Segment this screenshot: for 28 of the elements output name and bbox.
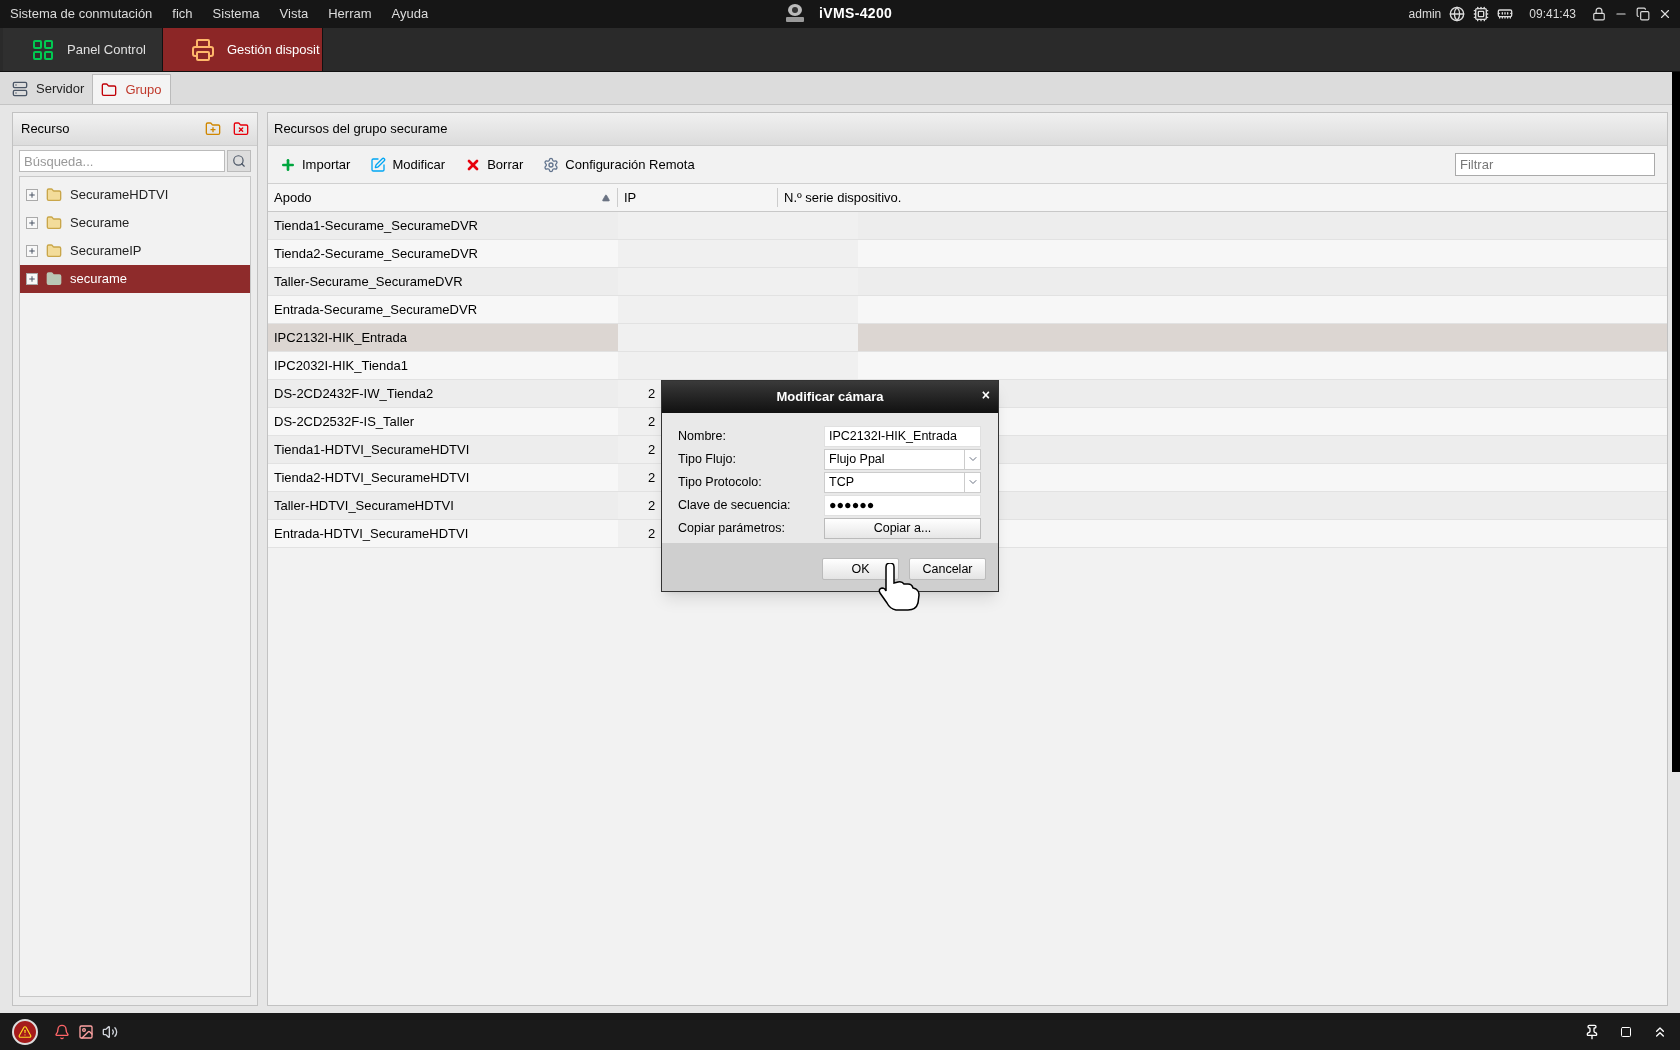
table-cell-text: 2 [648,524,656,543]
dialog-title: Modificar cámara [776,388,884,407]
user-name: admin [1408,6,1442,23]
table-cell-text: 2 [648,440,656,459]
table-cell-text: Tienda2-HDTVI_SecurameHDTVI [273,468,471,487]
field-label: Nombre: [678,427,727,445]
clock: 09:41:43 [1529,6,1576,23]
table-cell-text: Tienda1-Securame_SecurameDVR [273,216,479,235]
table-cell-text: Tienda1-HDTVI_SecurameHDTVI [273,440,471,459]
table-cell-text: Taller-Securame_SecurameDVR [273,272,464,291]
field-label: Tipo Protocolo: [678,473,763,491]
table-cell-text: IPC2132I-HIK_Entrada [273,328,408,347]
table-cell-text: DS-2CD2532F-IS_Taller [273,412,416,431]
table-cell-text: Tienda2-Securame_SecurameDVR [273,244,479,263]
table-cell-text: DS-2CD2432F-IW_Tienda2 [273,384,435,403]
field-label: Clave de secuencia: [678,496,792,514]
table-cell-text: 2 [648,384,656,403]
table-cell-text: 2 [648,412,656,431]
table-cell-text: Entrada-Securame_SecurameDVR [273,300,479,319]
table-cell-text: 2 [648,468,656,487]
app-title: iVMS-4200 [819,3,893,23]
panel-title: Recursos del grupo securame [274,120,448,139]
table-cell-text: IPC2032I-HIK_Tienda1 [273,356,409,375]
field-label: Copiar parámetros: [678,519,786,537]
table-cell-text: Entrada-HDTVI_SecurameHDTVI [273,524,470,543]
panel-title: Recurso [21,120,71,139]
table-cell-text: 2 [648,496,656,515]
table-cell-text: Taller-HDTVI_SecurameHDTVI [273,496,455,515]
